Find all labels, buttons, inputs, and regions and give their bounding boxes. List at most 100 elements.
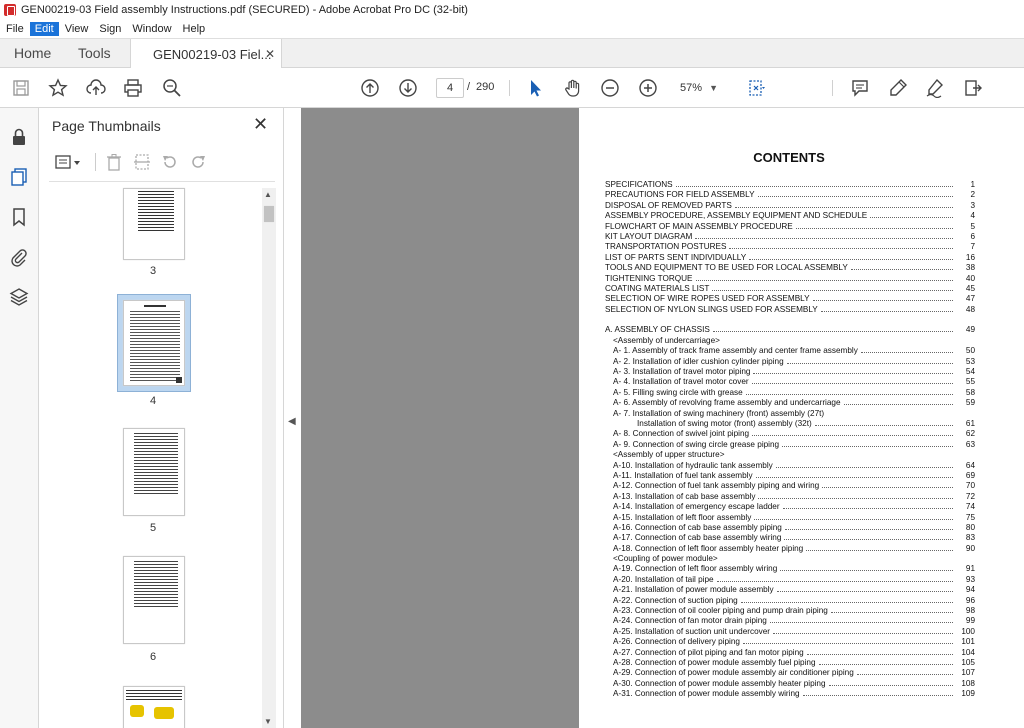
toc-entry: A-14. Installation of emergency escape l… [605, 502, 975, 513]
tab-home[interactable]: Home [0, 39, 64, 67]
hand-icon[interactable] [561, 76, 585, 100]
zoom-value: 57% [680, 82, 703, 94]
attachment-icon[interactable] [8, 246, 30, 268]
menu-help[interactable]: Help [178, 22, 211, 36]
toc-entry: A- 1. Assembly of track frame assembly a… [605, 346, 975, 357]
toc-entry-title: DISPOSAL OF REMOVED PARTS [605, 200, 733, 212]
toc-entry: ASSEMBLY PROCEDURE, ASSEMBLY EQUIPMENT A… [605, 211, 975, 222]
share-icon[interactable] [961, 76, 985, 100]
toc-entry-title: A-10. Installation of hydraulic tank ass… [613, 460, 774, 471]
toc-dot-leader [773, 627, 953, 634]
page-thumbnails-panel: Page Thumbnails ✕ 3 4 5 6 ▲ ▼ [39, 108, 284, 728]
toc-dot-leader [740, 596, 953, 603]
menu-file[interactable]: File [1, 22, 29, 36]
toc-dot-leader [769, 616, 953, 624]
toc-entry-title: TOOLS AND EQUIPMENT TO BE USED FOR LOCAL… [605, 263, 849, 274]
toc-dot-leader [758, 492, 953, 499]
toc-entry: COATING MATERIALS LIST 45 [605, 283, 975, 295]
delete-icon[interactable] [102, 151, 126, 173]
cloud-upload-icon[interactable] [84, 76, 108, 100]
comment-icon[interactable] [848, 76, 872, 100]
toc-entry: A-12. Connection of fuel tank assembly p… [605, 481, 975, 492]
toc-entry-page: 58 [965, 387, 975, 397]
tab-document[interactable]: GEN00219-03 Fiel... ✕ [130, 39, 282, 69]
scrollbar-thumb[interactable] [264, 206, 274, 222]
close-tab-icon[interactable]: ✕ [265, 47, 275, 61]
toc-dot-leader [712, 325, 953, 333]
page-total: 290 [476, 81, 495, 93]
options-menu-icon[interactable] [51, 151, 85, 173]
thumbnail-page-4[interactable] [123, 300, 185, 386]
pages-icon[interactable] [8, 166, 30, 188]
page-up-icon[interactable] [358, 76, 382, 100]
toc-entry: <Assembly of undercarriage> [605, 335, 975, 347]
toc-dot-leader [784, 533, 953, 541]
thumbnail-page-3[interactable] [123, 188, 185, 260]
thumbnail-page-7[interactable] [123, 686, 185, 728]
rotate-left-icon[interactable] [158, 151, 182, 173]
toc-entry: KIT LAYOUT DIAGRAM 6 [605, 231, 975, 243]
toolbar: 4 / 290 57% ▼ [0, 68, 1024, 108]
fit-page-icon[interactable] [744, 76, 768, 100]
menu-sign[interactable]: Sign [94, 22, 126, 36]
page-number-input[interactable]: 4 [436, 78, 464, 98]
toc-dot-leader [753, 367, 953, 375]
layers-icon[interactable] [8, 286, 30, 308]
menu-view[interactable]: View [60, 22, 94, 36]
thumbnail-page-6[interactable] [123, 556, 185, 644]
close-panel-icon[interactable]: ✕ [253, 114, 268, 135]
toc-entry: TIGHTENING TORQUE 40 [605, 273, 975, 284]
document-view[interactable]: CONTENTS SPECIFICATIONS 1 PRECAUTIONS FOR … [301, 108, 1024, 728]
tab-tools[interactable]: Tools [64, 39, 130, 67]
toc-dot-leader [757, 190, 953, 198]
zoom-select[interactable]: 57% ▼ [672, 78, 724, 98]
zoom-in-icon[interactable] [636, 76, 660, 100]
toc-dot-leader [742, 637, 953, 645]
toc-entry-title: SPECIFICATIONS [605, 180, 674, 191]
scroll-down-icon[interactable]: ▼ [264, 717, 272, 726]
rotate-right-icon[interactable] [186, 151, 210, 173]
menu-bar: File Edit View Sign Window Help [0, 20, 1024, 38]
lock-icon[interactable] [8, 126, 30, 148]
extract-icon[interactable] [130, 151, 154, 173]
toc-entry-page: 62 [965, 429, 975, 439]
collapse-panel-icon[interactable]: ◀ [288, 416, 296, 427]
sign-icon[interactable] [923, 76, 947, 100]
toc-entry-page: 38 [965, 263, 975, 273]
bookmark-icon[interactable] [8, 206, 30, 228]
print-icon[interactable] [121, 76, 145, 100]
highlight-pen-icon[interactable] [886, 76, 910, 100]
toc-entry: A-30. Connection of power module assembl… [605, 678, 975, 690]
bookmark-star-icon[interactable] [46, 76, 70, 100]
toc-entry-title: A-16. Connection of cab base assembly pi… [613, 522, 783, 534]
select-arrow-icon[interactable] [523, 76, 547, 100]
toc-entry-page: 48 [965, 304, 975, 314]
toc-entry: <Assembly of upper structure> [605, 450, 975, 461]
menu-edit[interactable]: Edit [29, 22, 59, 36]
menu-window[interactable]: Window [127, 22, 176, 36]
toc-dot-leader [695, 274, 953, 281]
page-down-icon[interactable] [396, 76, 420, 100]
toc-entry: SELECTION OF NYLON SLINGS USED FOR ASSEM… [605, 304, 975, 316]
toc-entry-title: A-17. Connection of cab base assembly wi… [613, 533, 783, 544]
toc-entry-title: A-18. Connection of left floor assembly … [613, 543, 805, 555]
scroll-up-icon[interactable]: ▲ [264, 190, 272, 199]
toc-entry-page: 101 [961, 637, 975, 647]
save-icon[interactable] [9, 76, 33, 100]
title-bar: GEN00219-03 Field assembly Instructions.… [0, 0, 1024, 20]
toc-dot-leader [806, 648, 953, 655]
thumbnail-page-5[interactable] [123, 428, 185, 516]
zoom-out-icon[interactable] [598, 76, 622, 100]
toc-entry-title: Installation of swing motor (front) asse… [637, 418, 813, 430]
zoom-search-icon[interactable] [160, 76, 184, 100]
page-separator: / [467, 81, 471, 93]
thumbnail-label: 6 [149, 651, 157, 663]
toc-entry: PRECAUTIONS FOR FIELD ASSEMBLY 2 [605, 190, 975, 201]
toc-dot-leader [729, 242, 953, 250]
document-tab-label: GEN00219-03 Fiel... [153, 46, 272, 62]
toc-entry-page: 108 [961, 678, 975, 688]
thumbnail-label: 3 [149, 265, 157, 277]
toc-dot-leader [745, 388, 953, 395]
thumbnails-scrollbar[interactable]: ▲ ▼ [262, 188, 276, 728]
toc-dot-leader [802, 689, 953, 697]
